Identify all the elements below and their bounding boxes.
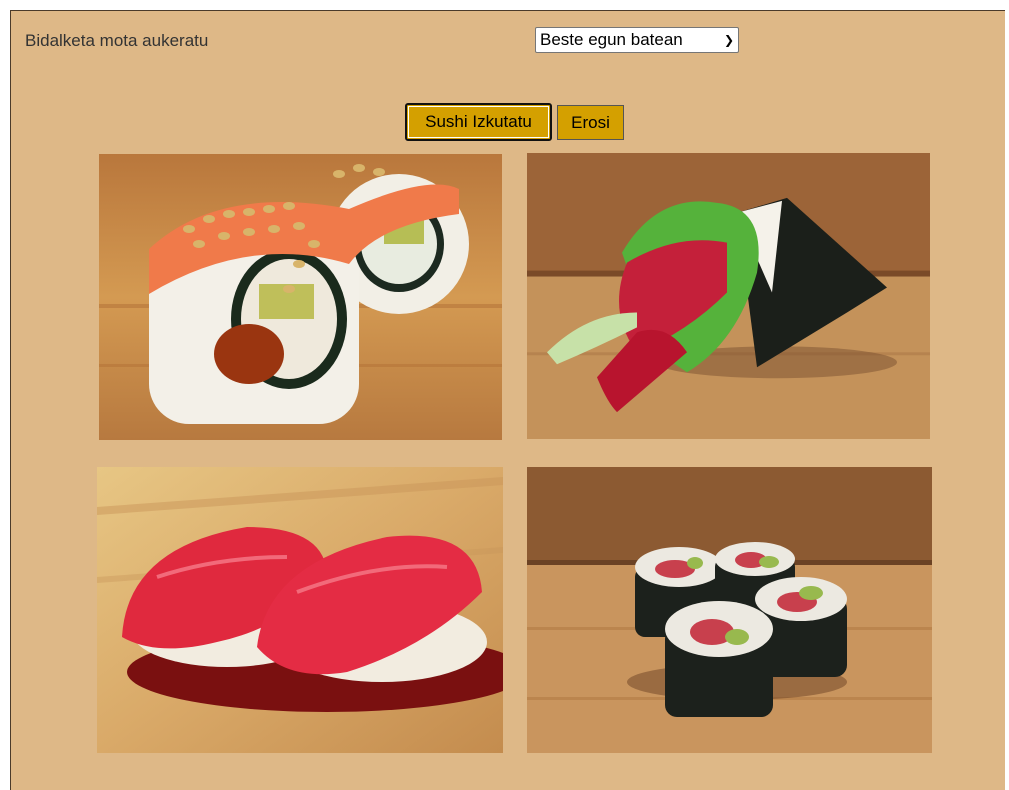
chevron-down-icon: ❯ — [723, 33, 734, 47]
nigiri-image — [97, 467, 503, 753]
maki-image — [527, 467, 932, 753]
temaki-image — [527, 153, 930, 439]
buy-button[interactable]: Erosi — [557, 105, 624, 140]
shipping-type-select[interactable]: Beste egun batean ❯ — [535, 27, 739, 53]
content-panel: Bidalketa mota aukeratu Beste egun batea… — [10, 10, 1005, 790]
sushi-roll-image — [99, 154, 502, 440]
shipping-type-label: Bidalketa mota aukeratu — [25, 31, 209, 50]
hide-sushi-button[interactable]: Sushi Izkutatu — [405, 103, 552, 141]
shipping-select-value: Beste egun batean — [540, 30, 683, 49]
